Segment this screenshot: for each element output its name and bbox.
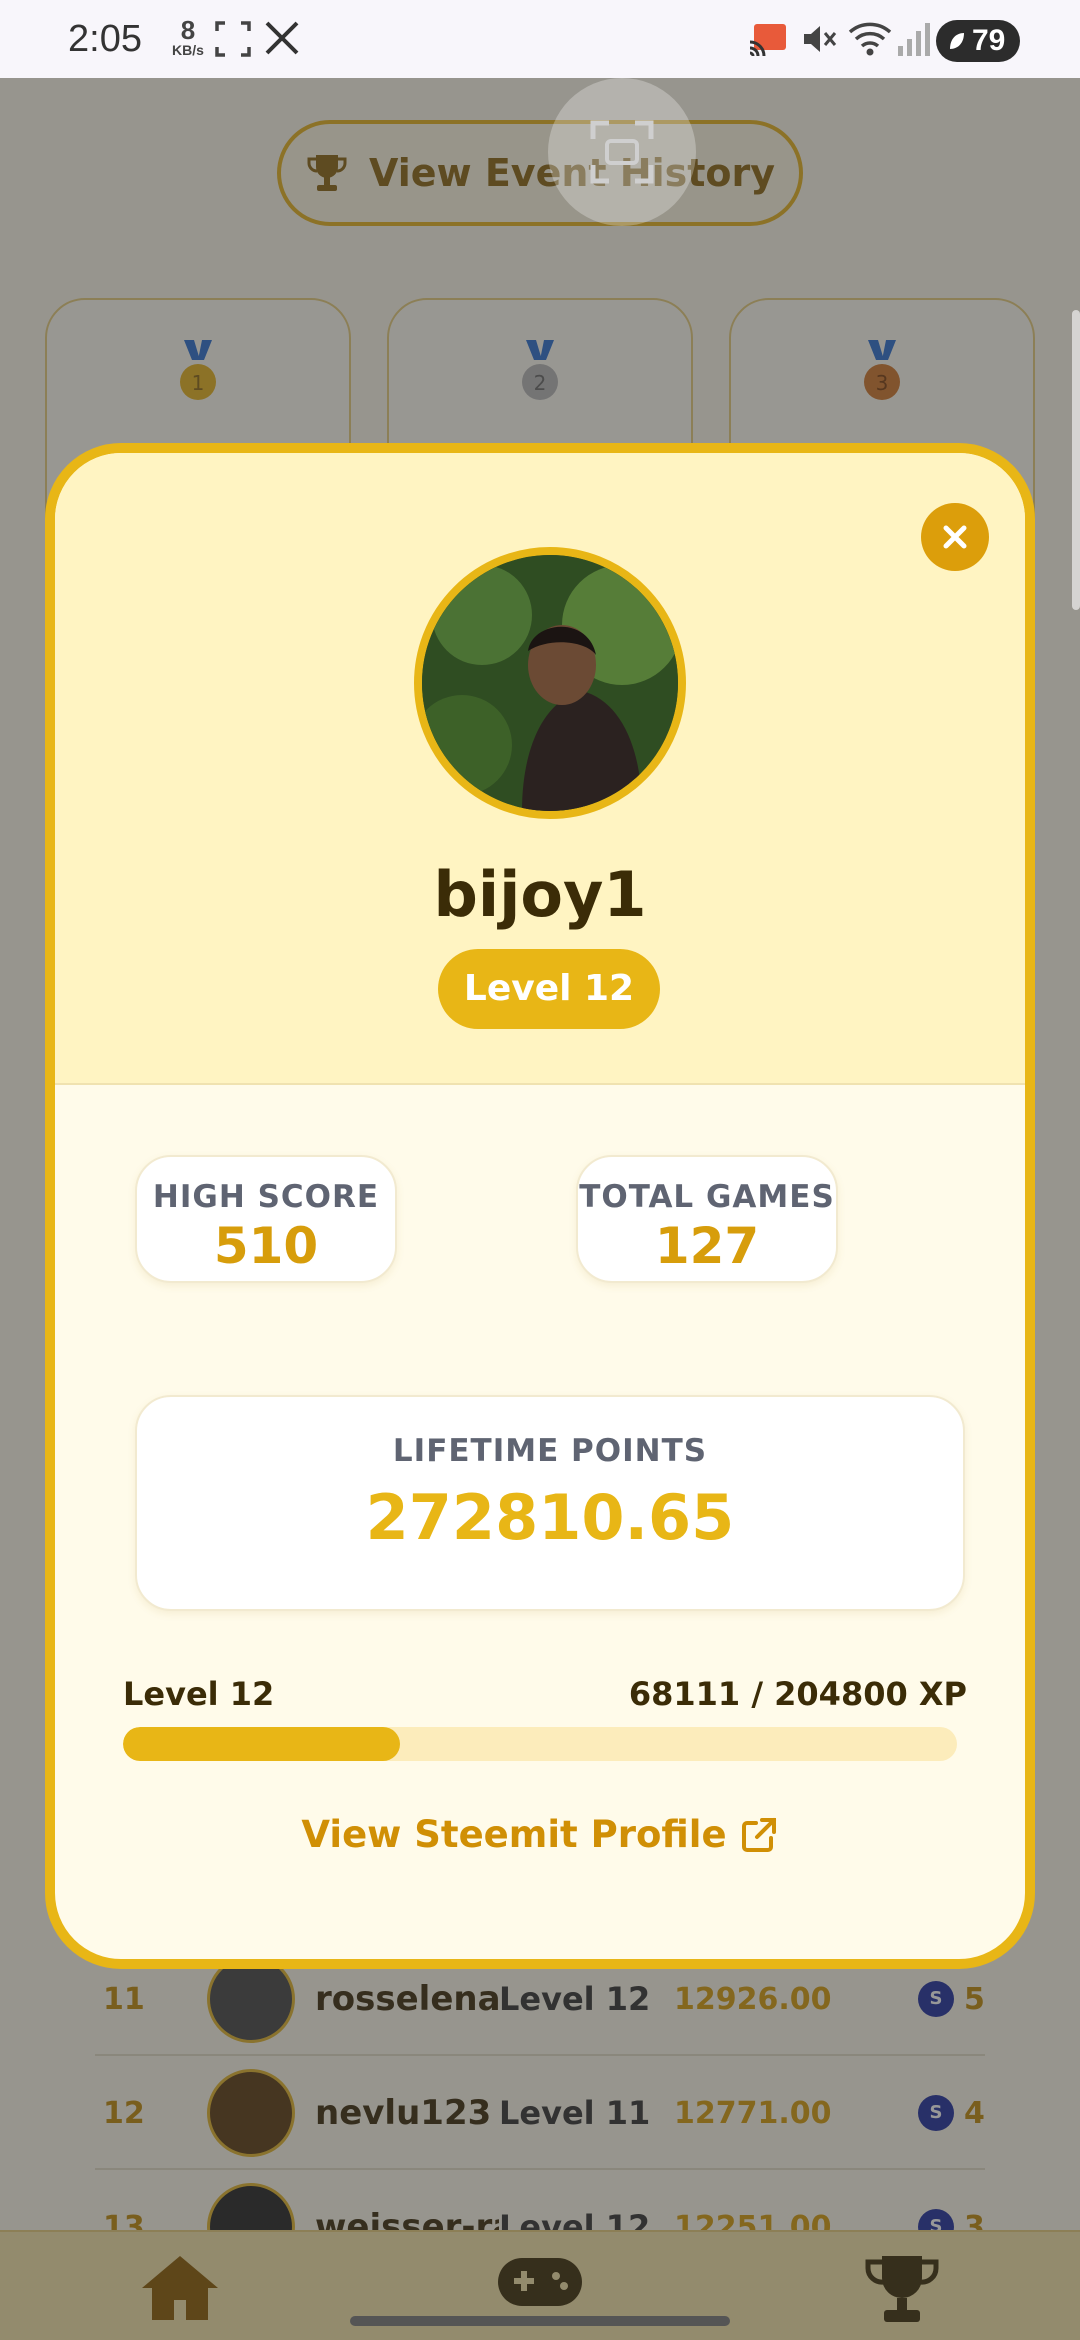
total-games-card: TOTAL GAMES 127 <box>576 1155 838 1283</box>
profile-avatar <box>414 547 686 819</box>
battery-saver-icon <box>950 33 964 49</box>
xp-progress-fill <box>123 1727 401 1761</box>
high-score-value: 510 <box>213 1217 319 1275</box>
view-steemit-profile-link[interactable]: View Steemit Profile <box>55 1813 1025 1856</box>
xp-level-label: Level 12 <box>123 1675 275 1713</box>
profile-username: bijoy1 <box>433 858 647 931</box>
scrollbar[interactable] <box>1072 310 1080 610</box>
battery-indicator: 79 <box>936 20 1020 62</box>
clock: 2:05 <box>68 18 142 60</box>
lifetime-points-card: LIFETIME POINTS 272810.65 <box>135 1395 965 1611</box>
mute-icon <box>804 26 837 52</box>
xp-count: 68111 / 204800 XP <box>628 1675 967 1713</box>
total-games-label: TOTAL GAMES <box>579 1179 835 1215</box>
close-icon <box>943 525 967 549</box>
level-badge: Level 12 <box>438 949 660 1029</box>
lifetime-points-value: 272810.65 <box>365 1481 735 1554</box>
high-score-card: HIGH SCORE 510 <box>135 1155 397 1283</box>
scan-icon <box>590 120 654 184</box>
lifetime-points-label: LIFETIME POINTS <box>392 1433 708 1469</box>
x-logo-icon <box>265 21 299 55</box>
profile-photo <box>422 555 678 811</box>
gesture-bar[interactable] <box>350 2316 730 2326</box>
profile-modal: bijoy1 Level 12 HIGH SCORE 510 TOTAL GAM… <box>45 443 1035 1969</box>
wifi-icon <box>848 22 892 56</box>
network-speed: 8 KB/s <box>172 15 204 58</box>
cast-icon <box>749 24 786 57</box>
signal-icon <box>898 23 930 56</box>
xp-progress-bar <box>123 1727 957 1761</box>
screen-scan-button[interactable] <box>548 78 696 226</box>
status-bar: 2:05 8 KB/s 79 <box>0 0 1080 78</box>
external-link-icon <box>741 1817 776 1852</box>
high-score-label: HIGH SCORE <box>152 1179 380 1215</box>
close-button[interactable] <box>921 503 989 571</box>
screenshot-icon <box>215 21 251 57</box>
total-games-value: 127 <box>654 1217 760 1275</box>
